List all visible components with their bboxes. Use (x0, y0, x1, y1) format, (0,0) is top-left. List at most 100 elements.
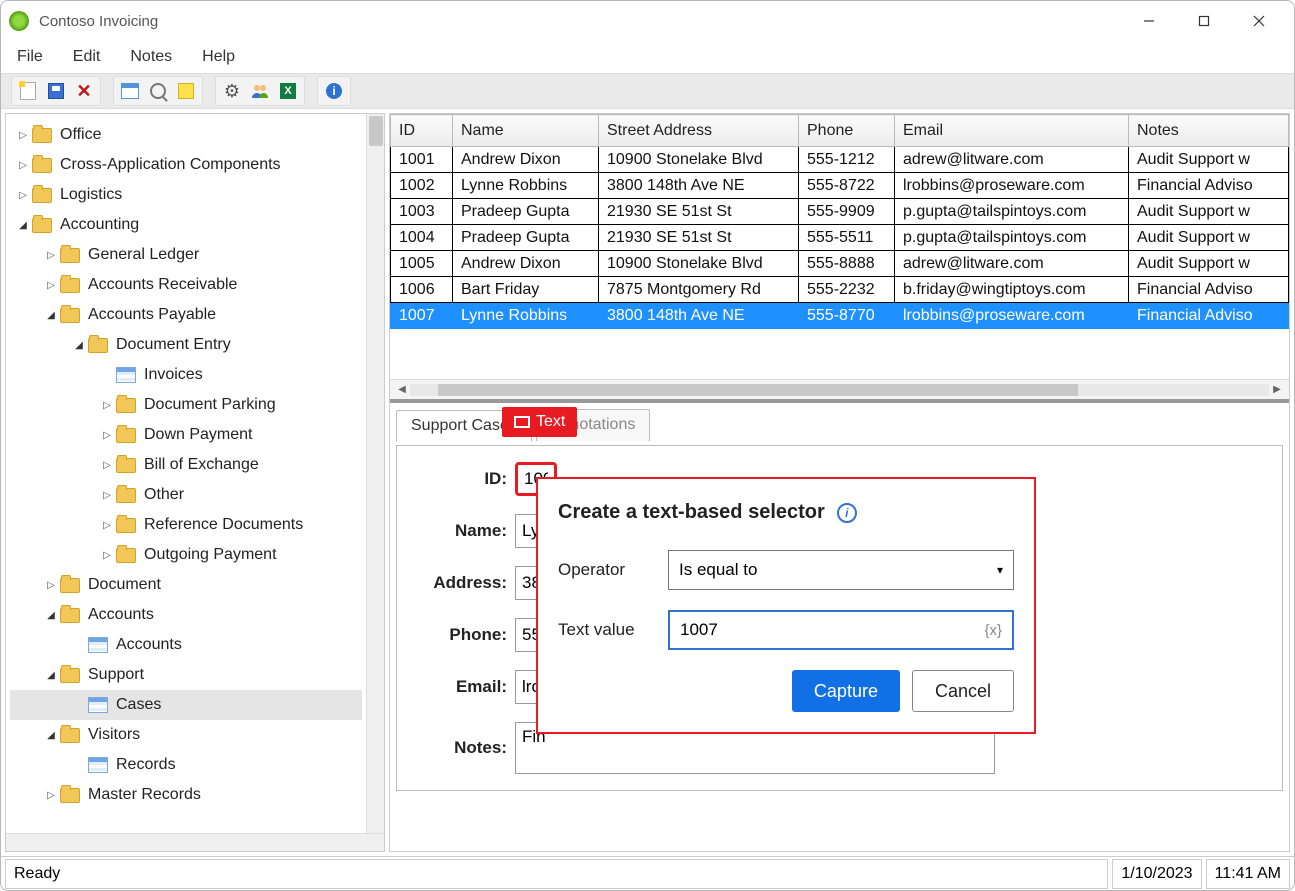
expand-icon[interactable]: ▷ (100, 490, 114, 501)
new-icon[interactable] (17, 80, 39, 102)
tree-item[interactable]: Cases (10, 690, 362, 720)
tree-item[interactable]: ▷ Other (10, 480, 362, 510)
collapse-icon[interactable]: ◢ (44, 730, 58, 741)
tree-item[interactable]: ▷General Ledger (10, 240, 362, 270)
table-cell: Audit Support w (1129, 199, 1289, 225)
table-cell: Bart Friday (453, 277, 599, 303)
column-header[interactable]: Name (453, 115, 599, 147)
expand-icon[interactable]: ▷ (100, 460, 114, 471)
tree-item[interactable]: ◢Support (10, 660, 362, 690)
tree-item[interactable]: ▷ Outgoing Payment (10, 540, 362, 570)
expand-icon[interactable]: ▷ (44, 280, 58, 291)
table-cell: 7875 Montgomery Rd (599, 277, 799, 303)
menu-notes[interactable]: Notes (126, 46, 176, 68)
tree-item[interactable]: ▷Office (10, 120, 362, 150)
tree-item-label: Accounts Payable (88, 306, 216, 324)
tree-item[interactable]: Records (10, 750, 362, 780)
capture-button[interactable]: Capture (792, 670, 900, 712)
expand-icon[interactable]: ▷ (100, 550, 114, 561)
table-row[interactable]: 1001Andrew Dixon10900 Stonelake Blvd555-… (391, 147, 1289, 173)
gear-icon[interactable]: ⚙ (221, 80, 243, 102)
users-icon[interactable] (249, 80, 271, 102)
menu-edit[interactable]: Edit (69, 46, 105, 68)
tree-item[interactable]: Accounts (10, 630, 362, 660)
tree-item[interactable]: Invoices (10, 360, 362, 390)
table-row[interactable]: 1006Bart Friday7875 Montgomery Rd555-223… (391, 277, 1289, 303)
grid-scrollbar-horizontal[interactable]: ◀ ▶ (390, 379, 1289, 399)
maximize-button[interactable] (1176, 6, 1231, 36)
tree-item[interactable]: ▷Document Parking (10, 390, 362, 420)
collapse-icon[interactable]: ◢ (44, 310, 58, 321)
excel-icon[interactable]: X (277, 80, 299, 102)
tree-item[interactable]: ◢Document Entry (10, 330, 362, 360)
table-cell: 1006 (391, 277, 453, 303)
table-cell: 1007 (391, 303, 453, 329)
navigation-tree[interactable]: ▷Office▷Cross-Application Components▷Log… (6, 114, 366, 833)
table-cell: Audit Support w (1129, 225, 1289, 251)
dialog-info-icon[interactable]: i (837, 503, 857, 523)
tree-item-label: Outgoing Payment (144, 546, 277, 564)
sticky-note-icon[interactable] (175, 80, 197, 102)
close-button[interactable] (1231, 6, 1286, 36)
tree-item[interactable]: ▷Accounts Receivable (10, 270, 362, 300)
app-window: Contoso Invoicing File Edit Notes Help ✕… (0, 0, 1295, 891)
collapse-icon[interactable]: ◢ (44, 670, 58, 681)
table-cell: 1005 (391, 251, 453, 277)
expand-icon[interactable]: ▷ (44, 790, 58, 801)
expand-icon[interactable]: ▷ (16, 190, 30, 201)
save-icon[interactable] (45, 80, 67, 102)
minimize-button[interactable] (1121, 6, 1176, 36)
table-cell: Andrew Dixon (453, 147, 599, 173)
text-selector-badge[interactable]: Text (502, 407, 577, 437)
tree-item[interactable]: ▷Master Records (10, 780, 362, 810)
tree-item-label: Down Payment (144, 426, 253, 444)
table-row[interactable]: 1004Pradeep Gupta21930 SE 51st St555-551… (391, 225, 1289, 251)
table-row[interactable]: 1002Lynne Robbins3800 148th Ave NE555-87… (391, 173, 1289, 199)
expand-icon[interactable]: ▷ (16, 160, 30, 171)
expand-icon[interactable]: ▷ (100, 430, 114, 441)
column-header[interactable]: Phone (799, 115, 895, 147)
delete-icon[interactable]: ✕ (73, 80, 95, 102)
text-value-input[interactable]: 1007 {x} (668, 610, 1014, 650)
scroll-left-icon[interactable]: ◀ (394, 382, 410, 398)
tree-item[interactable]: ▷Document (10, 570, 362, 600)
tree-item[interactable]: ▷ Down Payment (10, 420, 362, 450)
expand-icon[interactable]: ▷ (100, 400, 114, 411)
table-icon[interactable] (119, 80, 141, 102)
tree-item[interactable]: ▷Cross-Application Components (10, 150, 362, 180)
table-row[interactable]: 1007Lynne Robbins3800 148th Ave NE555-87… (391, 303, 1289, 329)
tree-item[interactable]: ▷Bill of Exchange (10, 450, 362, 480)
menu-help[interactable]: Help (198, 46, 239, 68)
tree-item[interactable]: ◢Accounts (10, 600, 362, 630)
tree-scrollbar-horizontal[interactable] (6, 833, 384, 851)
table-cell: 1003 (391, 199, 453, 225)
scroll-right-icon[interactable]: ▶ (1269, 382, 1285, 398)
tree-item[interactable]: ▷Logistics (10, 180, 362, 210)
collapse-icon[interactable]: ◢ (72, 340, 86, 351)
tree-scrollbar-vertical[interactable] (366, 114, 384, 833)
operator-select[interactable]: Is equal to ▾ (668, 550, 1014, 590)
tree-item-label: Other (144, 486, 184, 504)
column-header[interactable]: Notes (1129, 115, 1289, 147)
tree-item[interactable]: ◢Visitors (10, 720, 362, 750)
search-icon[interactable] (147, 80, 169, 102)
table-row[interactable]: 1003Pradeep Gupta21930 SE 51st St555-990… (391, 199, 1289, 225)
data-grid[interactable]: IDNameStreet AddressPhoneEmailNotes 1001… (390, 114, 1289, 379)
expand-icon[interactable]: ▷ (44, 580, 58, 591)
column-header[interactable]: Email (895, 115, 1129, 147)
cancel-button[interactable]: Cancel (912, 670, 1014, 712)
expand-icon[interactable]: ▷ (100, 520, 114, 531)
variable-hint[interactable]: {x} (984, 622, 1002, 639)
collapse-icon[interactable]: ◢ (44, 610, 58, 621)
column-header[interactable]: ID (391, 115, 453, 147)
expand-icon[interactable]: ▷ (44, 250, 58, 261)
expand-icon[interactable]: ▷ (16, 130, 30, 141)
tree-item[interactable]: ◢ Accounts Payable (10, 300, 362, 330)
tree-item[interactable]: ◢Accounting (10, 210, 362, 240)
collapse-icon[interactable]: ◢ (16, 220, 30, 231)
menu-file[interactable]: File (13, 46, 47, 68)
table-row[interactable]: 1005Andrew Dixon10900 Stonelake Blvd555-… (391, 251, 1289, 277)
tree-item[interactable]: ▷Reference Documents (10, 510, 362, 540)
info-icon[interactable]: i (323, 80, 345, 102)
column-header[interactable]: Street Address (599, 115, 799, 147)
